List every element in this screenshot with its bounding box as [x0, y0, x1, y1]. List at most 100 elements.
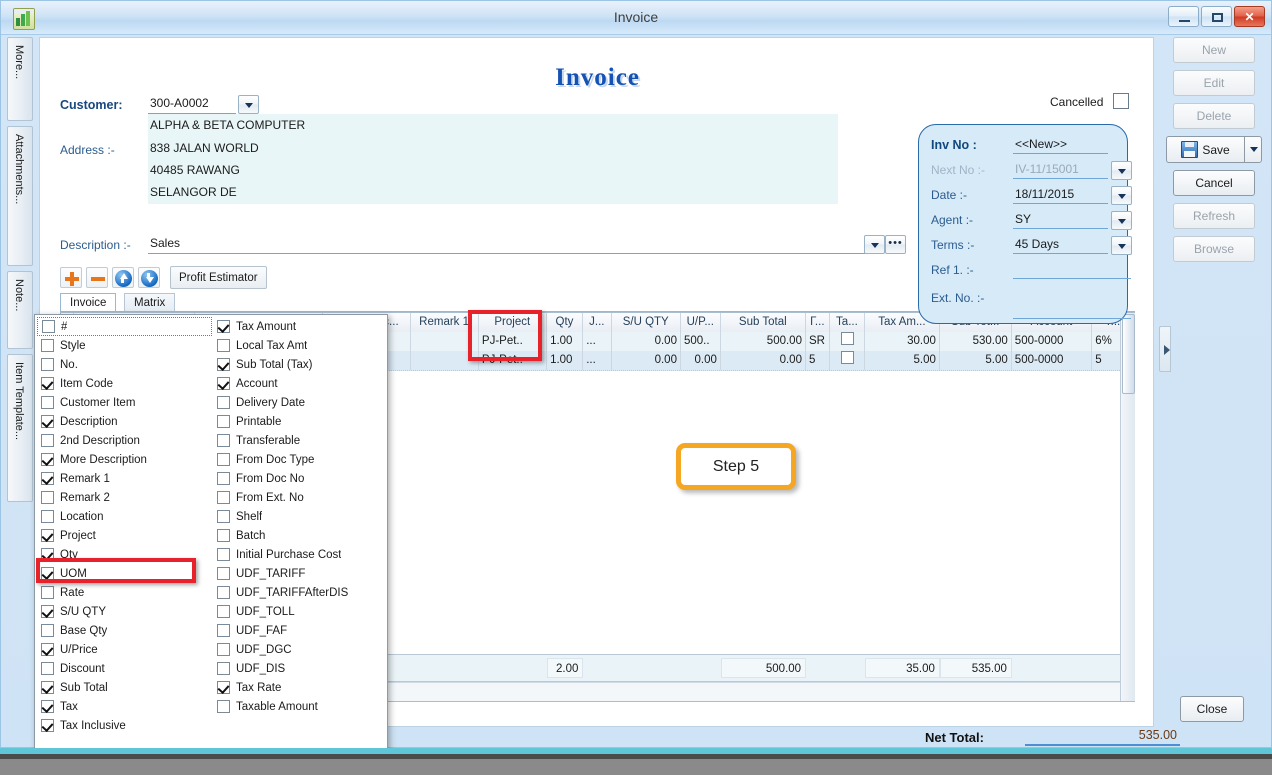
column-option-checkbox[interactable] — [217, 453, 230, 466]
column-option-taxable-amount[interactable]: Taxable Amount — [213, 697, 388, 716]
column-option-checkbox[interactable] — [41, 510, 54, 523]
profit-estimator-button[interactable]: Profit Estimator — [170, 266, 267, 289]
column-option-transferable[interactable]: Transferable — [213, 431, 388, 450]
address-block[interactable]: ALPHA & BETA COMPUTER 838 JALAN WORLD 40… — [148, 114, 838, 204]
customer-dropdown-button[interactable] — [238, 95, 259, 114]
save-dropdown-button[interactable] — [1244, 136, 1262, 163]
column-option-tax[interactable]: Tax — [37, 697, 212, 716]
cell-tax-amount[interactable]: 5.00 — [865, 351, 940, 370]
column-option-checkbox[interactable] — [41, 700, 54, 713]
cell-tax-amount[interactable]: 30.00 — [865, 332, 940, 351]
cell-j[interactable]: ... — [583, 332, 612, 351]
column-option-checkbox[interactable] — [41, 662, 54, 675]
column-option-checkbox[interactable] — [217, 529, 230, 542]
cancelled-checkbox[interactable] — [1112, 93, 1129, 109]
column-option-checkbox[interactable] — [41, 415, 54, 428]
column-option-2nd-description[interactable]: 2nd Description — [37, 431, 212, 450]
column-option-sub-total-tax[interactable]: Sub Total (Tax) — [213, 355, 388, 374]
column-option-checkbox[interactable] — [41, 529, 54, 542]
ref-1-input[interactable] — [1013, 262, 1131, 279]
tax-inclusive-checkbox[interactable] — [840, 351, 854, 364]
column-option-shelf[interactable]: Shelf — [213, 507, 388, 526]
cell-sub-total-tax[interactable]: 5.00 — [940, 351, 1012, 370]
column-option-checkbox[interactable] — [41, 339, 54, 352]
next-no-dropdown-button[interactable] — [1111, 161, 1132, 180]
minimize-button[interactable] — [1168, 6, 1199, 27]
column-option-checkbox[interactable] — [41, 358, 54, 371]
column-option-checkbox[interactable] — [41, 453, 54, 466]
cell-tax-inclusive[interactable] — [830, 332, 866, 351]
cell-qty[interactable]: 1.00 — [547, 332, 584, 351]
maximize-button[interactable] — [1201, 6, 1232, 27]
cell-j[interactable]: ... — [583, 351, 612, 370]
column-option-checkbox[interactable] — [41, 719, 54, 732]
column-option-checkbox[interactable] — [217, 510, 230, 523]
col-sub-total[interactable]: Sub Total — [721, 313, 806, 332]
sidebar-item-attachments[interactable]: Attachments... — [7, 126, 33, 266]
column-option-remark-2[interactable]: Remark 2 — [37, 488, 212, 507]
cell-sub-total[interactable]: 0.00 — [721, 351, 806, 370]
ext-no-input[interactable] — [1013, 302, 1131, 319]
column-option-checkbox[interactable] — [41, 624, 54, 637]
save-button[interactable]: Save — [1166, 136, 1244, 163]
column-option-checkbox[interactable] — [217, 396, 230, 409]
column-option-checkbox[interactable] — [217, 377, 230, 390]
column-option-local-tax-amt[interactable]: Local Tax Amt — [213, 336, 388, 355]
col-j[interactable]: J... — [583, 313, 612, 332]
cell-su-qty[interactable]: 0.00 — [612, 351, 681, 370]
column-option-discount[interactable]: Discount — [37, 659, 212, 678]
column-option-checkbox[interactable] — [217, 662, 230, 675]
column-option-[interactable]: # — [37, 317, 212, 336]
column-option-printable[interactable]: Printable — [213, 412, 388, 431]
column-option-delivery-date[interactable]: Delivery Date — [213, 393, 388, 412]
column-option-more-description[interactable]: More Description — [37, 450, 212, 469]
plus-icon[interactable] — [60, 267, 82, 288]
description-input[interactable]: Sales — [148, 236, 865, 254]
column-option-from-ext-no[interactable]: From Ext. No — [213, 488, 388, 507]
column-option-checkbox[interactable] — [217, 605, 230, 618]
cell-unit-price[interactable]: 0.00 — [681, 351, 721, 370]
column-option-base-qty[interactable]: Base Qty — [37, 621, 212, 640]
column-option-checkbox[interactable] — [217, 358, 230, 371]
agent-dropdown-button[interactable] — [1111, 211, 1132, 230]
grid-vertical-scrollbar[interactable] — [1120, 313, 1135, 701]
cell-tax-inclusive[interactable] — [830, 351, 866, 370]
customer-input[interactable]: 300-A0002 — [148, 96, 236, 114]
column-option-from-doc-type[interactable]: From Doc Type — [213, 450, 388, 469]
terms-dropdown-button[interactable] — [1111, 236, 1132, 255]
refresh-button[interactable]: Refresh — [1173, 203, 1255, 229]
cell-tax-code[interactable]: 5 — [806, 351, 830, 370]
column-option-udf-tariff[interactable]: UDF_TARIFF — [213, 564, 388, 583]
column-option-customer-item[interactable]: Customer Item — [37, 393, 212, 412]
column-option-u-price[interactable]: U/Price — [37, 640, 212, 659]
column-option-checkbox[interactable] — [41, 472, 54, 485]
arrow-down-icon[interactable] — [138, 267, 160, 288]
column-option-tax-rate[interactable]: Tax Rate — [213, 678, 388, 697]
date-dropdown-button[interactable] — [1111, 186, 1132, 205]
column-option-checkbox[interactable] — [217, 700, 230, 713]
column-option-description[interactable]: Description — [37, 412, 212, 431]
tax-inclusive-checkbox[interactable] — [840, 332, 854, 345]
cell-sub-total-tax[interactable]: 530.00 — [940, 332, 1012, 351]
sidebar-item-note[interactable]: Note... — [7, 271, 33, 349]
description-dropdown-button[interactable] — [864, 235, 885, 254]
arrow-up-icon[interactable] — [112, 267, 134, 288]
description-more-button[interactable]: ••• — [885, 235, 906, 254]
col-qty[interactable]: Qty — [547, 313, 584, 332]
edit-button[interactable]: Edit — [1173, 70, 1255, 96]
column-option-checkbox[interactable] — [217, 320, 230, 333]
tab-invoice[interactable]: Invoice — [60, 293, 117, 312]
scrollbar-thumb[interactable] — [1122, 314, 1135, 394]
column-option-udf-tariffafterdis[interactable]: UDF_TARIFFAfterDIS — [213, 583, 388, 602]
sidebar-item-item-template[interactable]: Item Template... — [7, 354, 33, 502]
column-option-checkbox[interactable] — [41, 434, 54, 447]
column-option-checkbox[interactable] — [217, 434, 230, 447]
column-option-from-doc-no[interactable]: From Doc No — [213, 469, 388, 488]
sidebar-item-more[interactable]: More... — [7, 37, 33, 121]
browse-button[interactable]: Browse — [1173, 236, 1255, 262]
column-option-tax-inclusive[interactable]: Tax Inclusive — [37, 716, 212, 735]
column-option-checkbox[interactable] — [41, 491, 54, 504]
close-button[interactable]: ✕ — [1234, 6, 1265, 27]
column-option-checkbox[interactable] — [217, 681, 230, 694]
column-option-account[interactable]: Account — [213, 374, 388, 393]
